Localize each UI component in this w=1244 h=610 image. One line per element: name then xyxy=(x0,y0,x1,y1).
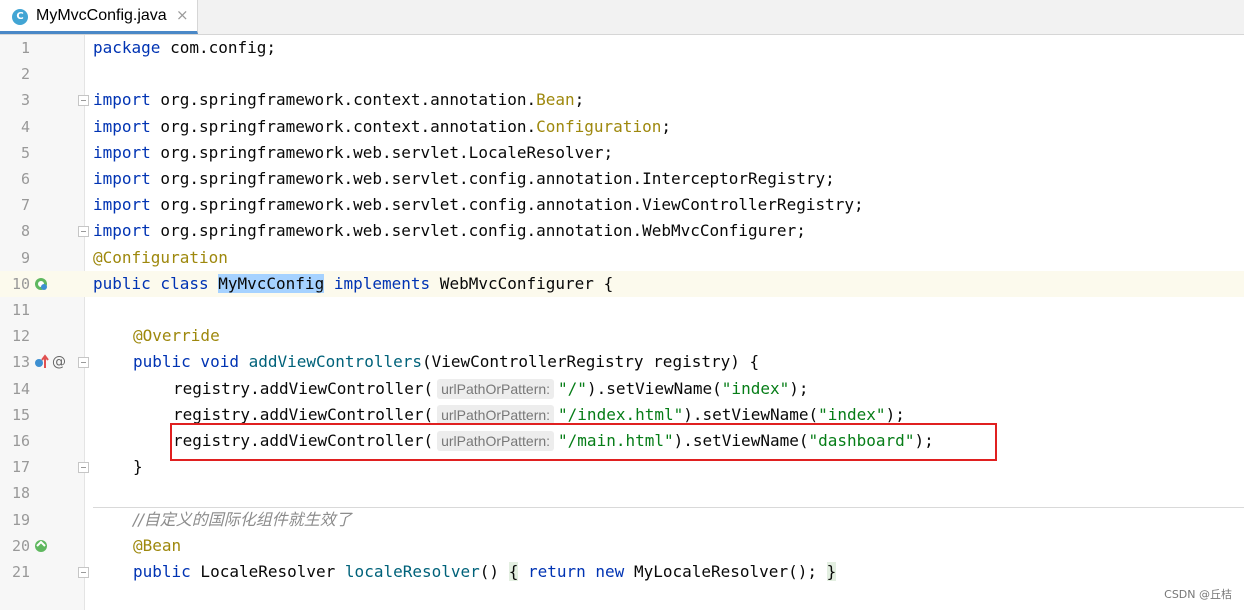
line-number: 14 xyxy=(11,379,30,398)
line-number: 20 xyxy=(11,536,30,555)
line-number: 8 xyxy=(20,222,30,241)
bean-class-icon[interactable] xyxy=(33,276,49,297)
code-line: 13 @ public void addViewControllers(View… xyxy=(0,349,1244,375)
code-line: 12 @Override xyxy=(0,323,1244,349)
code-line-current: 10 public class MyMvcConfig implements W… xyxy=(0,270,1244,297)
code-text: import org.springframework.web.servlet.L… xyxy=(93,142,614,162)
line-number: 11 xyxy=(11,301,30,319)
editor-tab-bar: C MyMvcConfig.java × xyxy=(0,0,1244,35)
code-line: 18 xyxy=(0,480,1244,506)
override-marker-icon[interactable] xyxy=(33,354,49,375)
code-line: 9 @Configuration xyxy=(0,245,1244,271)
code-text: import org.springframework.web.servlet.c… xyxy=(93,169,835,188)
line-number: 18 xyxy=(11,484,30,503)
code-text: package com.config; xyxy=(93,38,277,57)
code-text: public LocaleResolver localeResolver() {… xyxy=(133,562,837,581)
code-text: @Configuration xyxy=(93,247,228,267)
code-line: 3 import org.springframework.context.ann… xyxy=(0,87,1244,113)
method-separator xyxy=(93,507,1244,508)
fold-icon[interactable] xyxy=(78,95,89,107)
fold-icon[interactable] xyxy=(78,357,89,369)
code-text: import org.springframework.web.servlet.c… xyxy=(93,221,806,241)
code-line: 2 xyxy=(0,61,1244,87)
code-line: 11 xyxy=(0,297,1244,323)
line-number: 6 xyxy=(20,170,30,188)
line-number: 3 xyxy=(20,91,30,110)
line-number: 1 xyxy=(20,39,30,57)
code-text: public class MyMvcConfig implements WebM… xyxy=(93,273,614,293)
line-number: 12 xyxy=(11,327,30,346)
code-line: 8 import org.springframework.web.servlet… xyxy=(0,218,1244,244)
line-number: 5 xyxy=(20,143,30,162)
code-text: //自定义的国际化组件就生效了 xyxy=(133,509,352,529)
at-annotation-icon[interactable]: @ xyxy=(52,354,66,370)
code-line: 4 import org.springframework.context.ann… xyxy=(0,114,1244,140)
code-text: import org.springframework.context.annot… xyxy=(93,116,671,136)
close-icon[interactable]: × xyxy=(176,6,189,24)
java-class-icon: C xyxy=(12,9,28,25)
line-number: 4 xyxy=(20,117,30,136)
code-text: import org.springframework.web.servlet.c… xyxy=(93,195,864,215)
code-text: @Bean xyxy=(133,535,182,555)
code-text: registry.addViewController(urlPathOrPatt… xyxy=(173,378,809,399)
line-number: 13 xyxy=(11,353,30,372)
watermark: CSDN @丘桔 xyxy=(1164,588,1232,601)
parameter-hint: urlPathOrPattern: xyxy=(437,378,555,399)
line-number: 10 xyxy=(11,274,30,293)
code-line: 6 import org.springframework.web.servlet… xyxy=(0,166,1244,192)
code-line: 7 import org.springframework.web.servlet… xyxy=(0,192,1244,218)
line-number: 15 xyxy=(11,405,30,424)
code-line: 19 //自定义的国际化组件就生效了 xyxy=(0,507,1244,533)
line-number: 9 xyxy=(20,248,30,267)
code-line: 14 registry.addViewController(urlPathOrP… xyxy=(0,376,1244,402)
parameter-hint: urlPathOrPattern: xyxy=(437,404,555,425)
code-text: } xyxy=(133,457,143,477)
code-text: import org.springframework.context.annot… xyxy=(93,90,585,110)
tab-title: MyMvcConfig.java xyxy=(36,7,167,24)
code-line: 20 @Bean xyxy=(0,533,1244,559)
fold-icon[interactable] xyxy=(78,567,89,578)
code-editor[interactable]: 1 package com.config; 2 3 import org.spr… xyxy=(0,35,1244,610)
line-number: 7 xyxy=(20,196,30,215)
line-number: 21 xyxy=(11,563,30,581)
line-number: 19 xyxy=(11,510,30,529)
fold-icon[interactable] xyxy=(78,462,89,474)
code-line: 1 package com.config; xyxy=(0,35,1244,61)
highlight-box xyxy=(170,423,997,461)
fold-icon[interactable] xyxy=(78,226,89,238)
code-text: public void addViewControllers(ViewContr… xyxy=(133,352,760,372)
tab-mymvcconfig[interactable]: C MyMvcConfig.java × xyxy=(0,0,198,34)
line-number: 2 xyxy=(20,65,30,84)
code-text: @Override xyxy=(133,326,220,346)
code-line: 21 public LocaleResolver localeResolver(… xyxy=(0,559,1244,585)
line-number: 17 xyxy=(11,458,30,477)
bean-method-icon[interactable] xyxy=(33,538,49,559)
code-line: 5 import org.springframework.web.servlet… xyxy=(0,140,1244,166)
line-number: 16 xyxy=(11,432,30,450)
